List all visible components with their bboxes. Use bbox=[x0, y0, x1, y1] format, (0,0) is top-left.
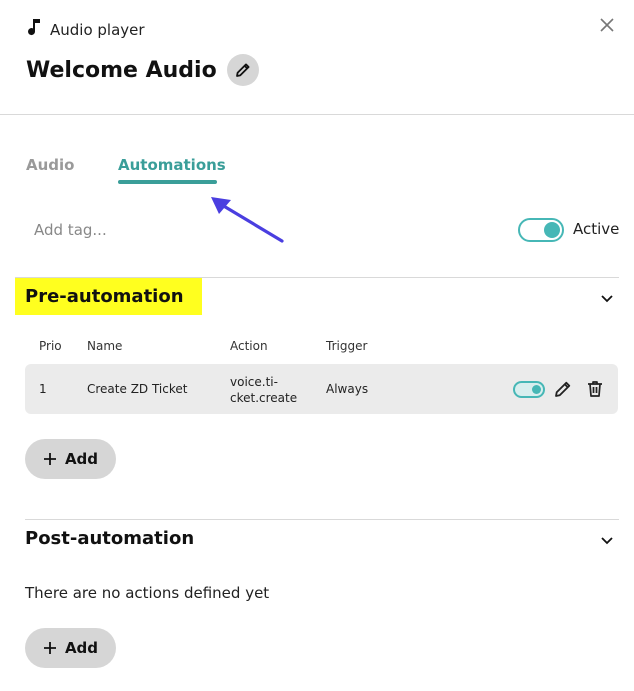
plus-icon bbox=[43, 642, 56, 654]
edit-title-button[interactable] bbox=[226, 54, 259, 86]
pre-automation-add-button[interactable]: Add bbox=[25, 439, 116, 479]
row-prio: 1 bbox=[39, 382, 47, 396]
pre-automation-title: Pre-automation bbox=[25, 286, 184, 307]
active-label: Active bbox=[573, 220, 620, 238]
empty-state-text: There are no actions defined yet bbox=[25, 584, 270, 602]
plus-icon bbox=[43, 453, 56, 465]
column-header-action: Action bbox=[230, 339, 268, 353]
tab-audio[interactable]: Audio bbox=[26, 156, 74, 174]
row-enabled-toggle[interactable] bbox=[513, 381, 545, 398]
close-button[interactable] bbox=[596, 14, 620, 38]
row-trigger: Always bbox=[326, 382, 369, 396]
add-button-label: Add bbox=[64, 450, 99, 468]
post-automation-add-button[interactable]: Add bbox=[25, 628, 116, 668]
chevron-down-icon bbox=[601, 537, 613, 545]
header-divider bbox=[0, 114, 634, 115]
column-header-prio: Prio bbox=[39, 339, 62, 353]
post-automation-collapse-button[interactable] bbox=[599, 532, 615, 548]
add-tag-input[interactable] bbox=[26, 216, 342, 244]
edit-row-button[interactable] bbox=[552, 378, 574, 400]
add-button-label: Add bbox=[64, 639, 99, 657]
toggle-knob bbox=[532, 385, 541, 394]
row-name: Create ZD Ticket bbox=[87, 382, 188, 396]
column-header-name: Name bbox=[87, 339, 123, 353]
chevron-down-icon bbox=[601, 295, 613, 303]
music-note-icon bbox=[26, 18, 42, 42]
header-subtitle: Audio player bbox=[50, 21, 145, 39]
page-title: Welcome Audio bbox=[26, 57, 217, 83]
pre-automation-collapse-button[interactable] bbox=[599, 290, 615, 306]
trash-icon bbox=[588, 381, 602, 397]
section-divider bbox=[25, 519, 619, 520]
pencil-icon bbox=[555, 381, 571, 397]
delete-row-button[interactable] bbox=[584, 378, 606, 400]
row-action: voice.ti- cket.create bbox=[230, 374, 297, 406]
post-automation-title: Post-automation bbox=[25, 528, 195, 549]
close-icon bbox=[600, 18, 614, 32]
header-subtitle-group: Audio player bbox=[26, 18, 145, 42]
row-action-line-1: voice.ti- bbox=[230, 375, 278, 389]
active-toggle[interactable] bbox=[518, 218, 564, 242]
row-action-line-2: cket.create bbox=[230, 391, 298, 405]
column-header-trigger: Trigger bbox=[326, 339, 368, 353]
active-tab-indicator bbox=[118, 180, 217, 184]
toggle-knob bbox=[544, 222, 560, 238]
tab-automations[interactable]: Automations bbox=[118, 156, 226, 174]
pencil-icon bbox=[235, 63, 250, 77]
title-row: Welcome Audio bbox=[26, 54, 259, 86]
